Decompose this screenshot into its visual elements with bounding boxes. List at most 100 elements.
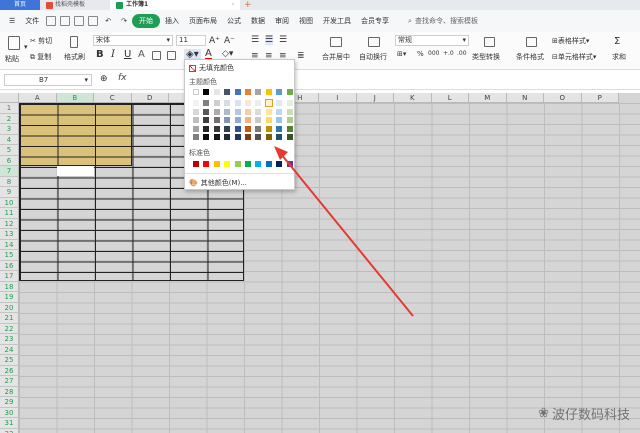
redo-icon[interactable]: ↷ (116, 17, 132, 25)
decimal-increase-icon[interactable]: +.0 (443, 50, 454, 57)
active-cell-b7[interactable] (57, 166, 94, 176)
row-header-13[interactable]: 13 (0, 229, 19, 240)
bold-button[interactable]: B (96, 49, 104, 60)
preview-icon[interactable] (88, 16, 99, 26)
theme-shade-swatch[interactable] (265, 108, 272, 115)
theme-shade-swatch[interactable] (234, 125, 241, 132)
theme-shade-swatch[interactable] (255, 108, 262, 115)
cell-grid[interactable] (19, 103, 640, 433)
menu-item-5[interactable]: 审阅 (270, 16, 294, 26)
format-painter-icon[interactable] (70, 36, 78, 48)
row-header-18[interactable]: 18 (0, 281, 19, 292)
tab-close-icon[interactable]: · (232, 0, 234, 10)
underline-button[interactable]: U (124, 49, 131, 60)
theme-shade-swatch[interactable] (224, 100, 231, 106)
column-header-K[interactable]: K (394, 93, 432, 103)
dropdown-arrow-icon[interactable]: ▾ (24, 43, 28, 51)
menu-item-3[interactable]: 公式 (222, 16, 246, 26)
row-header-3[interactable]: 3 (0, 124, 19, 135)
sum-sigma-icon[interactable]: Σ (614, 36, 620, 47)
theme-shade-swatch[interactable] (213, 100, 220, 106)
no-fill-option[interactable]: 无填充颜色 (189, 63, 234, 73)
column-header-C[interactable]: C (94, 93, 132, 103)
tab-workbook[interactable]: 工作簿1 · (110, 0, 240, 10)
align-middle-icon[interactable]: ☰ (265, 35, 274, 45)
align-bottom-icon[interactable]: ☰ (279, 35, 287, 45)
command-search[interactable]: ⌕ 查找命令、搜索模板 (408, 16, 478, 26)
zoom-search-icon[interactable]: ⊕ (100, 74, 108, 84)
row-header-9[interactable]: 9 (0, 187, 19, 198)
theme-color-swatch[interactable] (245, 89, 251, 95)
conditional-format-button[interactable]: 条件格式 (516, 52, 544, 62)
theme-shade-swatch[interactable] (286, 134, 293, 140)
paste-icon[interactable] (8, 36, 20, 50)
row-header-20[interactable]: 20 (0, 302, 19, 313)
standard-color-swatch[interactable] (286, 161, 293, 167)
row-header-2[interactable]: 2 (0, 113, 19, 124)
menu-item-6[interactable]: 视图 (294, 16, 318, 26)
row-header-11[interactable]: 11 (0, 208, 19, 219)
row-header-17[interactable]: 17 (0, 271, 19, 282)
tab-home[interactable]: 首页 (0, 0, 40, 10)
column-header-O[interactable]: O (544, 93, 582, 103)
column-header-A[interactable]: A (19, 93, 57, 103)
standard-color-swatch[interactable] (265, 161, 272, 167)
standard-color-swatch[interactable] (213, 161, 220, 167)
theme-shade-swatch[interactable] (213, 117, 220, 123)
theme-shade-swatch[interactable] (193, 100, 199, 106)
font-shrink-icon[interactable]: A⁻ (224, 36, 235, 46)
row-header-31[interactable]: 31 (0, 418, 19, 429)
column-header-I[interactable]: I (319, 93, 357, 103)
percent-button[interactable]: % (417, 50, 424, 58)
undo-icon[interactable]: ↶ (100, 17, 116, 25)
type-convert-icon[interactable] (484, 37, 495, 47)
theme-shade-swatch[interactable] (276, 125, 283, 132)
print-icon[interactable] (74, 16, 85, 26)
row-header-6[interactable]: 6 (0, 155, 19, 166)
theme-shade-swatch[interactable] (234, 117, 241, 123)
theme-shade-swatch[interactable] (245, 100, 251, 106)
row-header-19[interactable]: 19 (0, 292, 19, 303)
theme-color-swatch[interactable] (286, 89, 293, 95)
row-header-29[interactable]: 29 (0, 397, 19, 408)
standard-color-swatch[interactable] (245, 161, 251, 167)
export-icon[interactable] (60, 16, 71, 26)
column-header-P[interactable]: P (581, 93, 619, 103)
row-header-22[interactable]: 22 (0, 323, 19, 334)
tab-template[interactable]: 找稻壳模板 (40, 0, 110, 10)
clear-format-eraser-icon[interactable]: ◇▾ (222, 49, 233, 59)
theme-color-swatch[interactable] (224, 89, 231, 95)
theme-shade-swatch[interactable] (213, 108, 220, 115)
name-box[interactable]: B7 ▾ (4, 74, 92, 86)
number-format-select[interactable]: 常规 ▾ (395, 35, 469, 46)
theme-shade-swatch[interactable] (255, 100, 262, 106)
paste-label[interactable]: 粘贴 (5, 54, 19, 64)
row-header-12[interactable]: 12 (0, 218, 19, 229)
menu-item-1[interactable]: 插入 (160, 16, 184, 26)
theme-shade-swatch[interactable] (265, 117, 272, 123)
row-header-28[interactable]: 28 (0, 386, 19, 397)
menu-item-0[interactable]: 开始 (132, 14, 161, 28)
theme-shade-swatch[interactable] (245, 108, 251, 115)
column-header-N[interactable]: N (506, 93, 544, 103)
theme-shade-swatch[interactable] (213, 134, 220, 140)
theme-color-swatch[interactable] (265, 89, 272, 95)
theme-shade-swatch[interactable] (203, 125, 210, 132)
wrap-text-button[interactable]: 自动换行 (359, 52, 387, 62)
row-header-14[interactable]: 14 (0, 239, 19, 250)
row-header-8[interactable]: 8 (0, 176, 19, 187)
row-header-5[interactable]: 5 (0, 145, 19, 156)
border-icon[interactable] (152, 51, 161, 60)
format-painter-button[interactable]: 格式刷 (64, 52, 85, 62)
theme-shade-swatch[interactable] (213, 125, 220, 132)
function-fx-button[interactable]: fx (118, 73, 127, 83)
theme-shade-swatch[interactable] (255, 117, 262, 123)
theme-shade-swatch[interactable] (286, 117, 293, 123)
theme-shade-swatch[interactable] (264, 99, 273, 107)
theme-color-swatch[interactable] (276, 89, 283, 95)
theme-shade-swatch[interactable] (193, 134, 199, 140)
select-all-corner[interactable] (0, 93, 19, 103)
row-header-23[interactable]: 23 (0, 334, 19, 345)
theme-shade-swatch[interactable] (255, 125, 262, 132)
cell-merge-icon[interactable] (167, 51, 176, 60)
